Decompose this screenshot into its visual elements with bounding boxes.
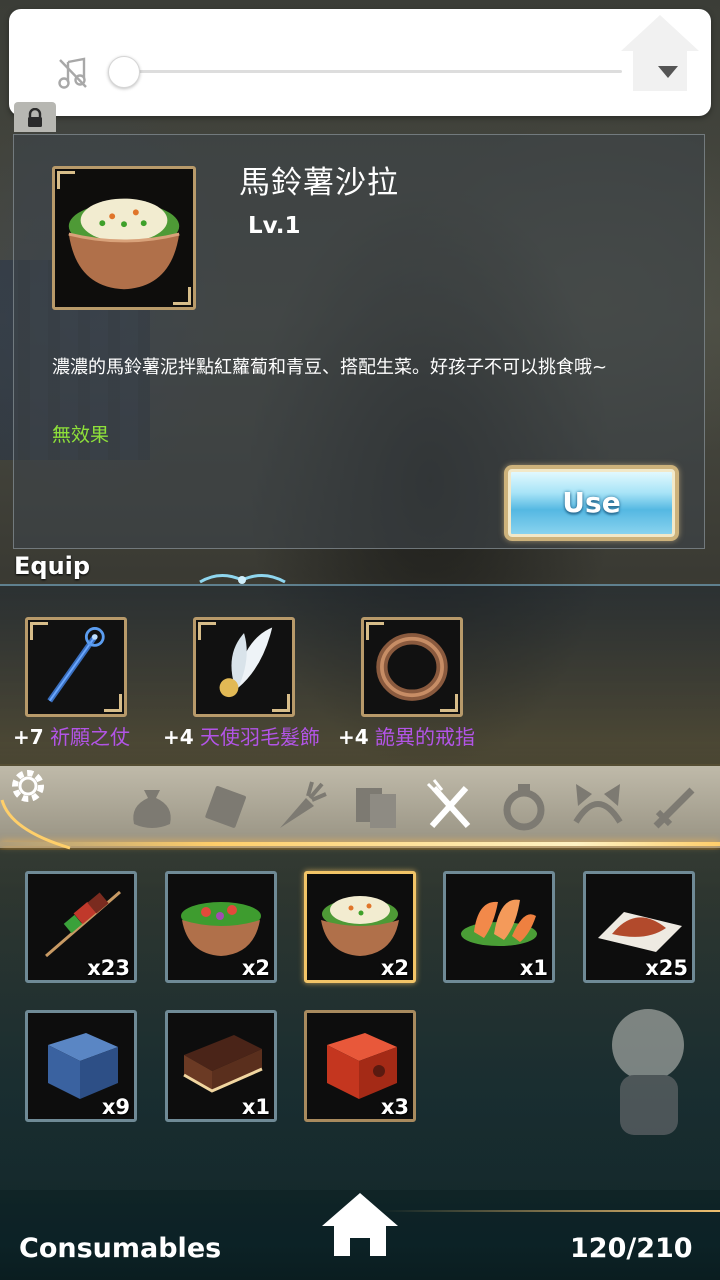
inventory-slot[interactable]: x23 bbox=[25, 871, 137, 983]
settings-gear-icon[interactable] bbox=[6, 764, 50, 808]
item-level: Lv.1 bbox=[248, 213, 301, 239]
equip-label-ring: +4 詭異的戒指 bbox=[338, 725, 476, 749]
media-volume-bar bbox=[9, 9, 711, 116]
music-muted-icon[interactable] bbox=[56, 56, 90, 90]
volume-slider-knob[interactable] bbox=[108, 56, 140, 88]
tab-books-icon[interactable] bbox=[346, 776, 406, 836]
item-count: x3 bbox=[380, 1095, 409, 1119]
tab-ring-icon[interactable] bbox=[494, 776, 554, 836]
item-count: x2 bbox=[241, 956, 270, 980]
inventory-slot-selected[interactable]: x2 bbox=[304, 871, 416, 983]
spice-powder-icon bbox=[598, 912, 682, 952]
potato-salad-icon bbox=[68, 198, 180, 290]
item-preview-frame bbox=[52, 166, 196, 310]
item-count: x1 bbox=[241, 1095, 270, 1119]
item-effect: 無效果 bbox=[52, 424, 110, 446]
staff-icon bbox=[47, 627, 105, 703]
inventory-slot[interactable]: x3 bbox=[304, 1010, 416, 1122]
home-icon[interactable] bbox=[318, 1190, 402, 1262]
item-detail-panel: 馬鈴薯沙拉 Lv.1 濃濃的馬鈴薯泥拌點紅蘿蔔和青豆、搭配生菜。好孩子不可以挑食… bbox=[13, 134, 705, 549]
tab-carrot-icon[interactable] bbox=[270, 776, 330, 836]
chevron-down-icon[interactable] bbox=[657, 65, 679, 79]
ornament-icon bbox=[199, 574, 286, 584]
tab-scroll-icon[interactable] bbox=[196, 776, 256, 836]
use-button[interactable]: Use bbox=[504, 465, 679, 541]
item-count: x23 bbox=[87, 956, 130, 980]
chocolate-cake-icon bbox=[183, 1035, 263, 1093]
character-silhouette bbox=[612, 1009, 684, 1135]
volume-track[interactable] bbox=[124, 70, 622, 73]
blue-box-icon bbox=[48, 1033, 118, 1099]
equip-slot-ring[interactable] bbox=[361, 617, 463, 717]
category-name: Consumables bbox=[19, 1233, 222, 1264]
home-ghost-icon bbox=[621, 15, 699, 91]
item-title: 馬鈴薯沙拉 bbox=[239, 165, 399, 201]
lock-tab[interactable] bbox=[14, 102, 56, 132]
lock-icon bbox=[28, 108, 42, 127]
equip-slot-hairpin[interactable] bbox=[193, 617, 295, 717]
feather-hairpin-icon bbox=[219, 627, 273, 698]
item-count: x2 bbox=[380, 956, 409, 980]
salmon-icon bbox=[461, 899, 537, 946]
tab-bag-icon[interactable] bbox=[122, 776, 182, 836]
potato-salad-icon bbox=[321, 896, 399, 956]
inventory-slot[interactable]: x1 bbox=[443, 871, 555, 983]
item-count: x9 bbox=[101, 1095, 130, 1119]
equip-title: Equip bbox=[14, 552, 91, 580]
salad-icon bbox=[181, 902, 261, 956]
equip-label-staff: +7 祈願之仗 bbox=[13, 725, 131, 749]
equip-slot-staff[interactable] bbox=[25, 617, 127, 717]
ring-icon bbox=[376, 633, 448, 701]
inventory-capacity: 120/210 bbox=[570, 1233, 693, 1264]
item-description: 濃濃的馬鈴薯泥拌點紅蘿蔔和青豆、搭配生菜。好孩子不可以挑食哦~ bbox=[52, 357, 608, 378]
inventory-slot[interactable]: x25 bbox=[583, 871, 695, 983]
tab-fork-knife-icon[interactable] bbox=[420, 776, 480, 836]
skewer-icon bbox=[45, 890, 121, 958]
tab-cat-ears-icon[interactable] bbox=[568, 776, 628, 836]
red-box-icon bbox=[327, 1033, 397, 1099]
item-count: x1 bbox=[519, 956, 548, 980]
inventory-slot[interactable]: x2 bbox=[165, 871, 277, 983]
inventory-slot[interactable]: x9 bbox=[25, 1010, 137, 1122]
inventory-slot[interactable]: x1 bbox=[165, 1010, 277, 1122]
item-count: x25 bbox=[645, 956, 688, 980]
equip-label-hairpin: +4 天使羽毛髮飾 bbox=[163, 725, 321, 749]
tab-sword-icon[interactable] bbox=[644, 776, 704, 836]
